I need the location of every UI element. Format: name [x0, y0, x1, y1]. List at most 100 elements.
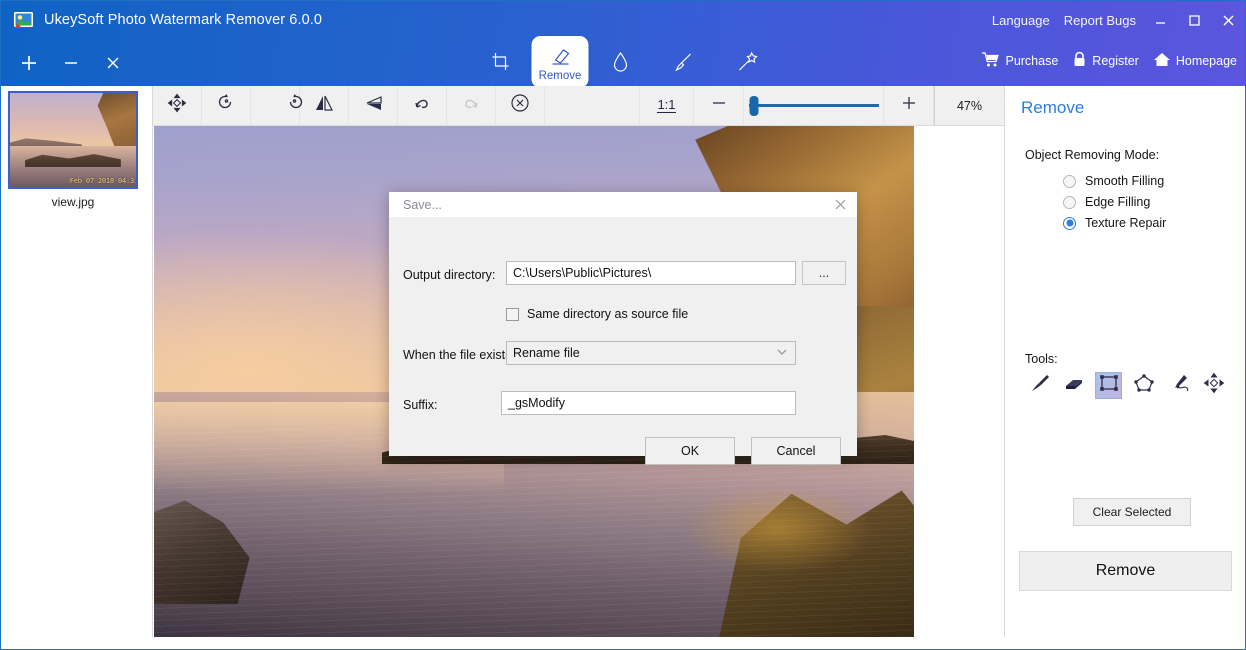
tool-pen-lasso[interactable] — [1165, 372, 1192, 399]
tool-polygon-select[interactable] — [1130, 372, 1157, 399]
homepage-link[interactable]: Homepage — [1153, 51, 1237, 71]
redo-icon — [461, 93, 481, 118]
zoom-out-button[interactable] — [694, 86, 744, 125]
mode-tabs: Remove — [469, 36, 778, 88]
redo-button — [447, 86, 496, 125]
thumbnail-item[interactable]: Feb 07 2018 04:3 view.jpg — [8, 91, 138, 209]
register-link[interactable]: Register — [1072, 51, 1139, 71]
move-icon — [167, 93, 187, 118]
zoom-in-button[interactable] — [884, 86, 934, 125]
suffix-label: Suffix: — [403, 398, 438, 412]
tool-eraser[interactable] — [1060, 372, 1087, 399]
file-operations — [15, 49, 127, 77]
radio-texture-repair-label: Texture Repair — [1085, 216, 1167, 230]
rotate-cw-icon — [265, 93, 303, 118]
radio-edge-filling[interactable]: Edge Filling — [1063, 195, 1166, 209]
output-directory-input[interactable]: C:\Users\Public\Pictures\ — [506, 261, 796, 285]
remove-panel: Remove Object Removing Mode: Smooth Fill… — [1004, 86, 1245, 649]
cancel-button[interactable]: Cancel — [751, 437, 841, 465]
same-directory-checkbox-row[interactable]: Same directory as source file — [506, 307, 688, 321]
rotate-ccw-icon — [216, 93, 236, 118]
lock-icon — [1072, 51, 1087, 71]
tool-rectangle-select[interactable] — [1095, 372, 1122, 399]
pen-lasso-icon — [1168, 373, 1190, 398]
app-title: UkeySoft Photo Watermark Remover 6.0.0 — [44, 12, 323, 28]
mode-crop[interactable] — [469, 39, 532, 86]
radio-texture-repair-indicator — [1063, 216, 1076, 230]
report-bugs-link[interactable]: Report Bugs — [1057, 13, 1143, 28]
suffix-input[interactable]: _gsModify — [501, 391, 796, 415]
browse-directory-button[interactable]: ... — [802, 261, 846, 285]
thumbnail-image[interactable]: Feb 07 2018 04:3 — [8, 91, 138, 189]
zoom-slider[interactable] — [744, 86, 884, 125]
when-file-exists-value: Rename file — [513, 346, 580, 360]
edit-toolbar: 1:1 47% — [153, 86, 1004, 126]
chevron-down-icon — [775, 345, 789, 362]
add-file-button[interactable] — [15, 49, 43, 77]
same-directory-checkbox[interactable] — [506, 307, 519, 321]
flip-vertical-icon — [362, 93, 384, 118]
toolbar-spacer — [545, 86, 640, 125]
tool-brush[interactable] — [1025, 372, 1052, 399]
crop-icon — [489, 49, 511, 75]
zoom-slider-track[interactable] — [748, 95, 879, 116]
register-label: Register — [1092, 54, 1139, 68]
mode-remove[interactable]: Remove — [531, 36, 589, 88]
same-directory-label: Same directory as source file — [527, 307, 689, 321]
homepage-label: Homepage — [1175, 54, 1237, 68]
close-icon[interactable] — [823, 192, 857, 218]
zoom-slider-handle[interactable] — [749, 95, 758, 116]
ratio-label: 1:1 — [657, 97, 676, 113]
minimize-icon[interactable] — [1143, 1, 1177, 39]
remove-button[interactable]: Remove — [1019, 551, 1232, 591]
remove-file-button[interactable] — [57, 49, 85, 77]
reset-button[interactable] — [496, 86, 545, 125]
brush-icon — [671, 49, 695, 75]
close-icon[interactable] — [1211, 1, 1245, 39]
mode-brush[interactable] — [652, 39, 715, 86]
ok-button[interactable]: OK — [645, 437, 735, 465]
zoom-percent-label: 47% — [934, 86, 1004, 125]
undo-button[interactable] — [398, 86, 447, 125]
radio-texture-repair[interactable]: Texture Repair — [1063, 216, 1166, 230]
rotate-left-button[interactable] — [202, 86, 251, 125]
save-dialog-body: Output directory: C:\Users\Public\Pictur… — [389, 218, 857, 465]
eraser-block-icon — [1063, 372, 1085, 399]
mode-watermark[interactable] — [589, 39, 652, 86]
flip-horizontal-button[interactable] — [300, 86, 349, 125]
when-file-exists-select[interactable]: Rename file — [506, 341, 796, 365]
purchase-link[interactable]: Purchase — [981, 51, 1058, 71]
header-links: Purchase Register Homepage — [981, 51, 1237, 71]
header-toolbar: Remove Purchase Register Homepage — [1, 36, 1245, 88]
mode-magic-wand[interactable] — [715, 39, 778, 86]
save-dialog-titlebar: Save... — [389, 192, 857, 218]
actual-size-button[interactable]: 1:1 — [640, 86, 694, 125]
move-icon — [1203, 372, 1225, 399]
title-row: UkeySoft Photo Watermark Remover 6.0.0 L… — [1, 1, 1245, 39]
maximize-icon[interactable] — [1177, 1, 1211, 39]
title-bar-controls: Language Report Bugs — [985, 1, 1245, 39]
tools-group — [1025, 372, 1227, 399]
tool-move[interactable] — [1200, 372, 1227, 399]
save-dialog-title: Save... — [403, 197, 442, 212]
status-strip — [1, 637, 1245, 649]
panel-title: Remove — [1021, 98, 1085, 117]
clear-files-button[interactable] — [99, 49, 127, 77]
language-link[interactable]: Language — [985, 13, 1057, 28]
home-icon — [1153, 51, 1171, 71]
radio-smooth-filling-label: Smooth Filling — [1085, 174, 1165, 188]
output-directory-label: Output directory: — [403, 268, 496, 282]
minus-icon — [709, 93, 729, 118]
eraser-icon — [547, 43, 573, 69]
pan-tool-button[interactable] — [153, 86, 202, 125]
thumbnail-panel: Feb 07 2018 04:3 view.jpg — [1, 86, 153, 649]
title-bar: UkeySoft Photo Watermark Remover 6.0.0 L… — [1, 1, 1245, 88]
thumbnail-filename: view.jpg — [51, 195, 95, 209]
when-file-exists-label: When the file exists: — [403, 348, 515, 362]
rotate-right-button[interactable] — [251, 86, 303, 125]
rectangle-select-icon — [1098, 373, 1120, 398]
clear-selected-button[interactable]: Clear Selected — [1073, 498, 1191, 526]
cart-icon — [981, 51, 1000, 71]
flip-vertical-button[interactable] — [349, 86, 398, 125]
radio-smooth-filling[interactable]: Smooth Filling — [1063, 174, 1166, 188]
